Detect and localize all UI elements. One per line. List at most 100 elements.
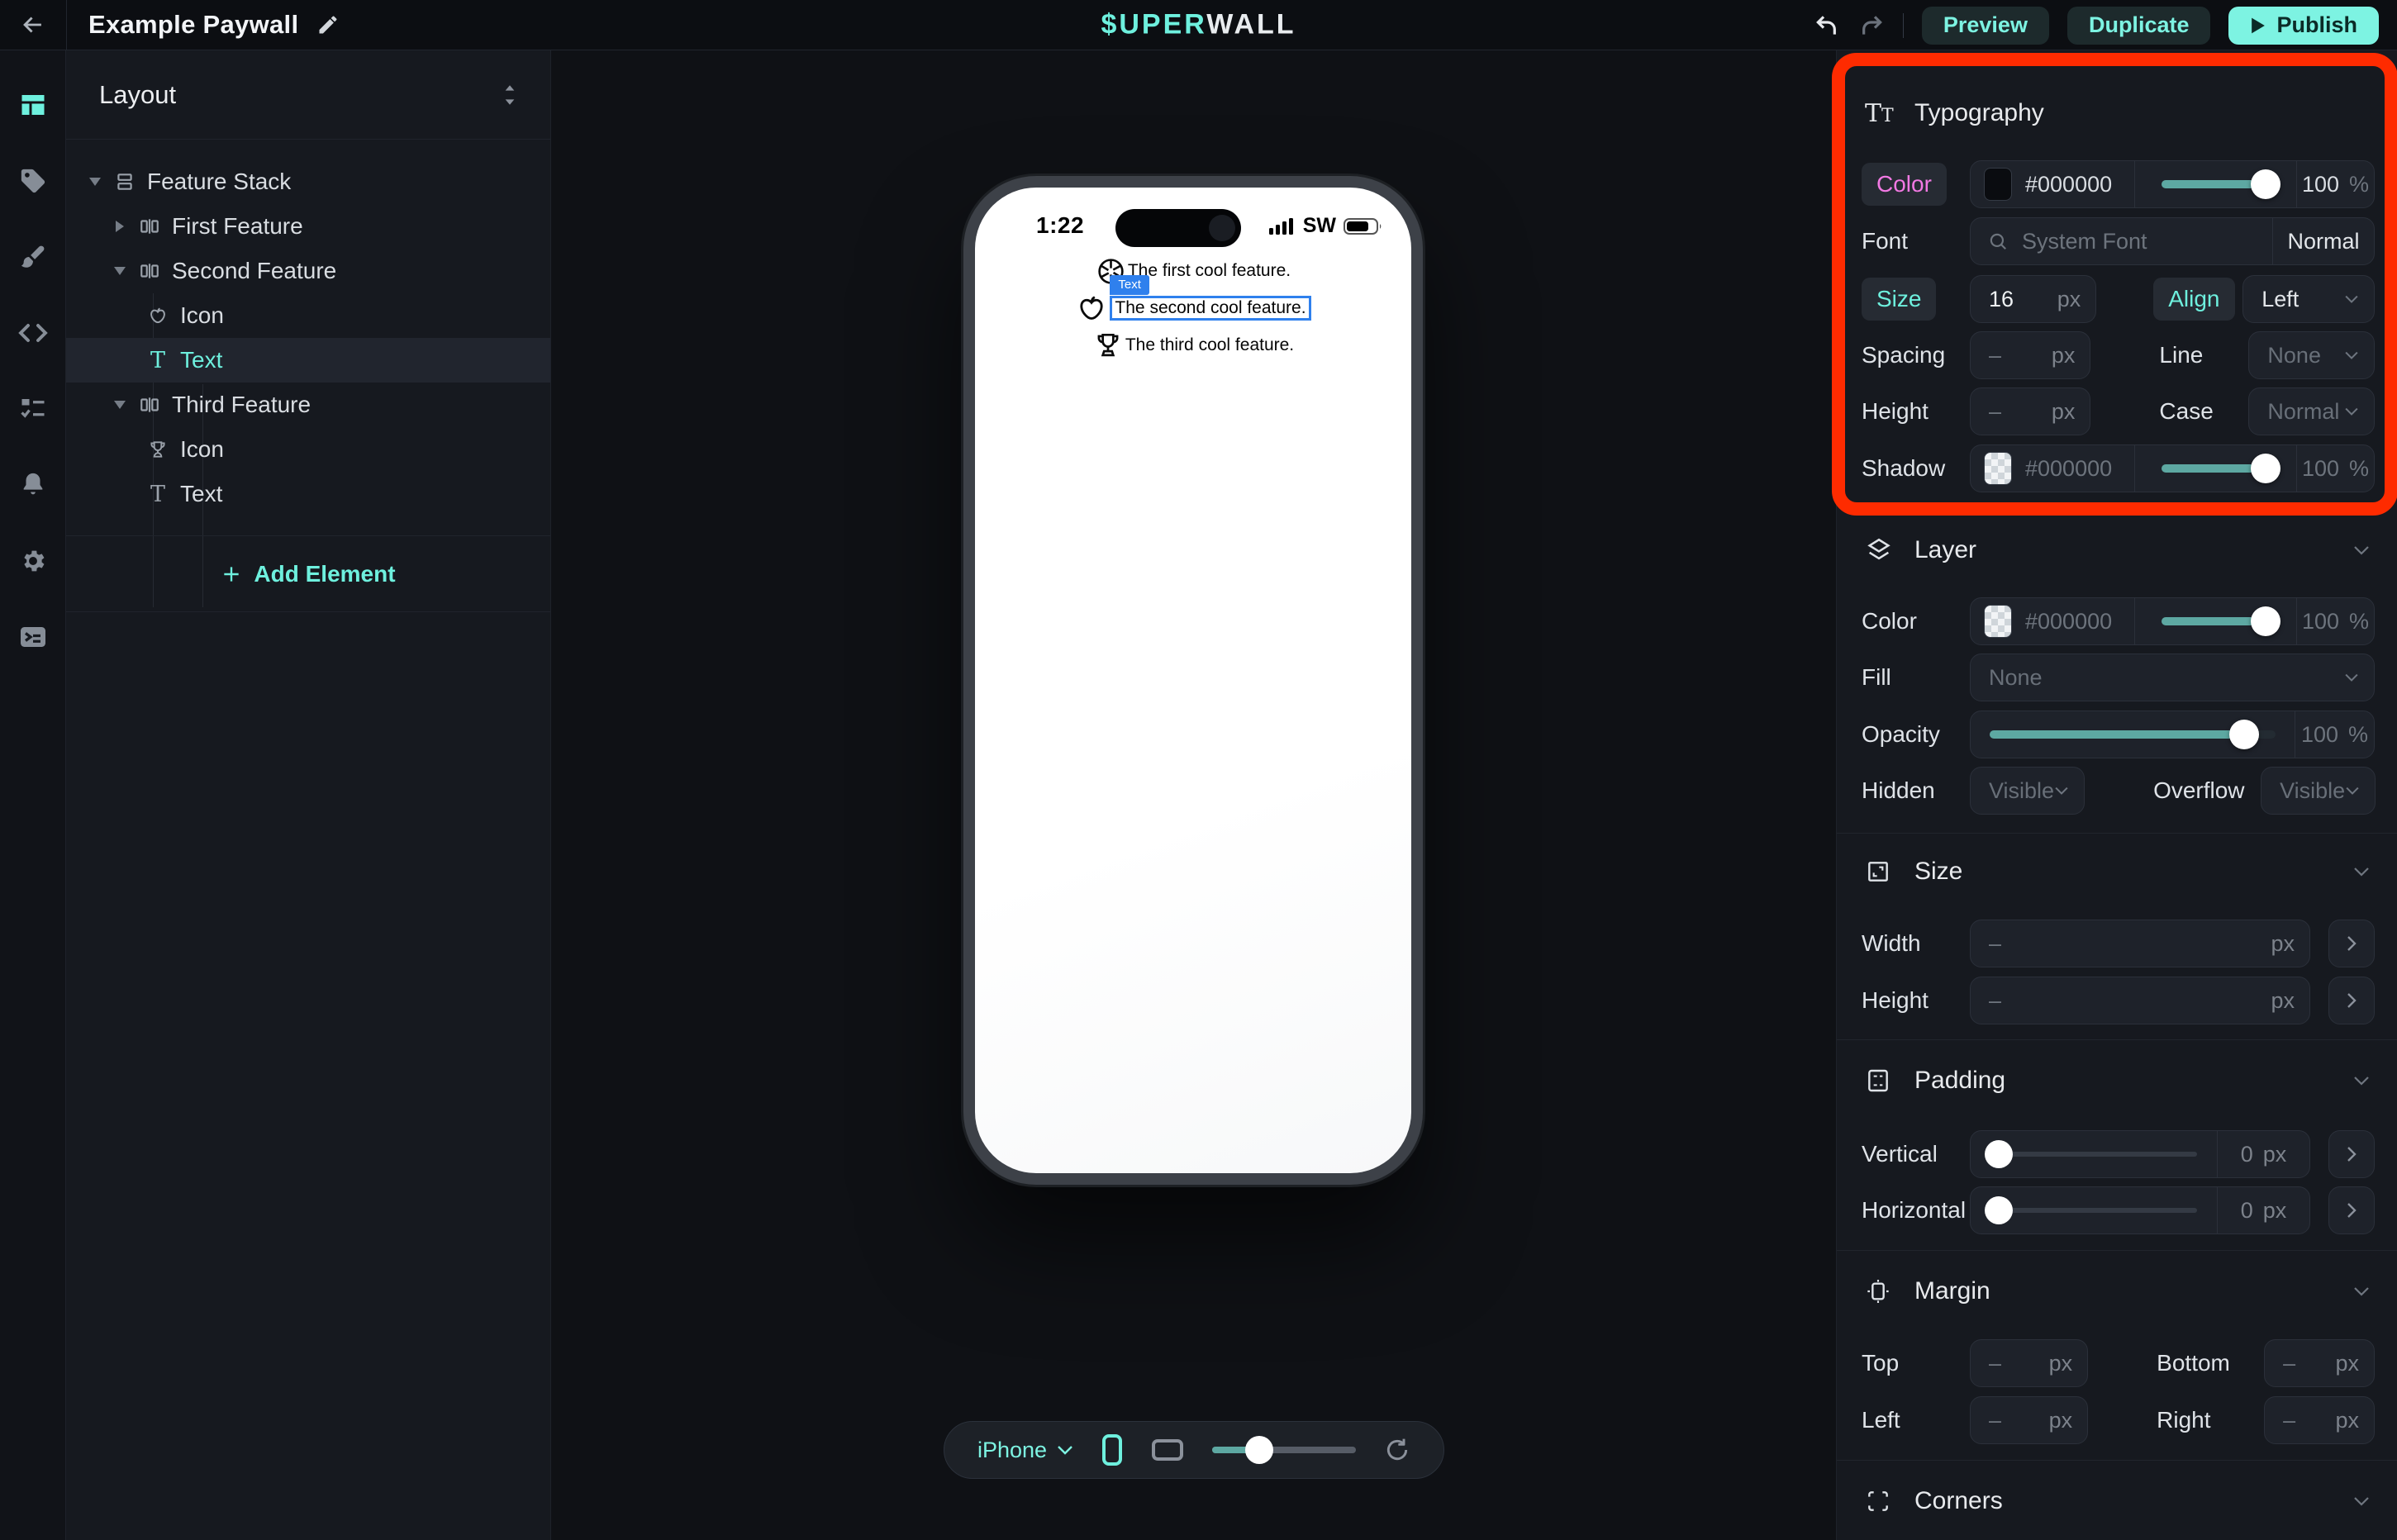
zoom-slider-knob[interactable] [1245,1436,1273,1464]
slider-knob[interactable] [1985,1140,2013,1168]
size-binding-label[interactable]: Size [1862,278,1936,321]
preview-button[interactable]: Preview [1922,7,2049,45]
color-control-group[interactable]: #000000 100% [1970,160,2375,208]
shadow-hex-segment[interactable]: #000000 [1971,445,2134,492]
width-input[interactable]: –px [1970,920,2310,967]
feature-text[interactable]: The second cool feature. [1115,298,1306,317]
vertical-padding-slider[interactable] [1971,1131,2217,1177]
alpha-slider-segment[interactable] [2134,161,2296,207]
vertical-padding-value[interactable]: 0px [2217,1131,2309,1177]
editor-canvas[interactable]: 1:22 SW The first cool feature. Text [552,50,1836,1540]
layer-alpha-value[interactable]: 100% [2296,598,2374,644]
section-corners[interactable]: Corners [1862,1478,2372,1524]
tree-item-third-feature[interactable]: Third Feature [66,383,550,427]
slider-knob[interactable] [2251,454,2280,483]
feature-row-3[interactable]: The third cool feature. [1092,330,1294,361]
redo-button[interactable] [1858,12,1885,39]
color-hex-segment[interactable]: #000000 [1971,161,2134,207]
align-binding-label[interactable]: Align [2153,278,2234,321]
slider-knob[interactable] [1985,1196,2013,1224]
case-dropdown[interactable]: Normal [2248,387,2375,435]
paywall-screen[interactable]: 1:22 SW The first cool feature. Text [975,188,1411,1173]
device-selector[interactable]: iPhone [977,1438,1073,1463]
section-margin[interactable]: Margin [1862,1268,2372,1314]
reorder-button[interactable] [499,83,521,107]
margin-top-input[interactable]: –px [1970,1339,2088,1387]
tree-item-text[interactable]: T Text [66,472,550,516]
color-swatch[interactable] [1984,168,2012,201]
layer-hex-segment[interactable]: #000000 [1971,598,2134,644]
hidden-dropdown[interactable]: Visible [1970,767,2085,815]
nav-console[interactable] [18,622,48,652]
horizontal-padding-group[interactable]: 0px [1970,1186,2310,1234]
refresh-button[interactable] [1384,1437,1410,1463]
selected-element-outline[interactable]: Text The second cool feature. [1110,296,1310,321]
tree-item-icon-apple[interactable]: Icon [66,293,550,338]
opacity-slider[interactable] [1971,711,2295,758]
horizontal-padding-expand-button[interactable] [2328,1186,2375,1234]
vertical-padding-group[interactable]: 0px [1970,1130,2310,1178]
fill-dropdown[interactable]: None [1970,654,2375,701]
opacity-value[interactable]: 100% [2295,711,2374,758]
nav-layout[interactable] [18,90,48,120]
horizontal-padding-slider[interactable] [1971,1187,2217,1233]
vertical-padding-expand-button[interactable] [2328,1130,2375,1178]
tree-item-text-selected[interactable]: T Text [66,338,550,383]
opacity-group[interactable]: 100% [1970,711,2375,758]
duplicate-button[interactable]: Duplicate [2067,7,2211,45]
tree-item-second-feature[interactable]: Second Feature [66,249,550,293]
orientation-landscape-button[interactable] [1151,1438,1184,1462]
nav-rules[interactable] [18,394,48,424]
orientation-portrait-button[interactable] [1101,1433,1123,1466]
section-layer[interactable]: Layer [1862,527,2372,573]
overflow-dropdown[interactable]: Visible [2261,767,2376,815]
feature-text[interactable]: The first cool feature. [1128,261,1291,281]
undo-button[interactable] [1814,12,1840,39]
color-binding-label[interactable]: Color [1862,163,1947,206]
caret-down-icon[interactable] [111,399,129,411]
margin-left-input[interactable]: –px [1970,1396,2088,1444]
publish-button[interactable]: Publish [2228,7,2379,45]
height-input[interactable]: –px [1970,977,2310,1024]
margin-right-input[interactable]: –px [2264,1396,2375,1444]
layer-alpha-slider[interactable] [2134,598,2296,644]
margin-bottom-input[interactable]: –px [2264,1339,2375,1387]
shadow-swatch[interactable] [1984,452,2012,485]
slider-knob[interactable] [2251,169,2280,199]
line-dropdown[interactable]: None [2248,331,2375,379]
nav-settings[interactable] [18,546,48,576]
height-expand-button[interactable] [2328,977,2375,1024]
line-height-input[interactable]: –px [1970,387,2090,435]
font-weight-dropdown[interactable]: Normal [2272,218,2374,264]
nav-theme[interactable] [18,242,48,272]
feature-row-2[interactable]: Text The second cool feature. [1075,292,1310,324]
zoom-slider[interactable] [1212,1447,1356,1453]
letter-spacing-input[interactable]: –px [1970,331,2090,379]
width-expand-button[interactable] [2328,920,2375,967]
slider-knob[interactable] [2251,606,2280,636]
font-size-input[interactable]: 16px [1970,275,2096,323]
add-element-button[interactable]: Add Element [66,536,550,611]
caret-down-icon[interactable] [86,176,104,188]
layer-color-swatch[interactable] [1984,605,2012,638]
nav-code[interactable] [18,318,48,348]
align-dropdown[interactable]: Left [2242,275,2375,323]
tree-item-feature-stack[interactable]: Feature Stack [66,159,550,204]
layer-color-group[interactable]: #000000 100% [1970,597,2375,645]
font-search-input[interactable]: System Font [1971,218,2272,264]
nav-notifications[interactable] [18,470,48,500]
nav-products[interactable] [18,166,48,196]
caret-down-icon[interactable] [111,265,129,277]
tree-item-icon-trophy[interactable]: Icon [66,427,550,472]
back-button[interactable] [0,11,66,39]
shadow-slider-segment[interactable] [2134,445,2296,492]
edit-title-button[interactable] [316,13,340,36]
feature-text[interactable]: The third cool feature. [1125,335,1294,355]
caret-right-icon[interactable] [111,219,129,234]
alpha-value-segment[interactable]: 100% [2296,161,2374,207]
section-size[interactable]: Size [1862,848,2372,895]
section-padding[interactable]: Padding [1862,1058,2372,1104]
slider-knob[interactable] [2229,720,2259,749]
tree-item-first-feature[interactable]: First Feature [66,204,550,249]
shadow-control-group[interactable]: #000000 100% [1970,444,2375,492]
